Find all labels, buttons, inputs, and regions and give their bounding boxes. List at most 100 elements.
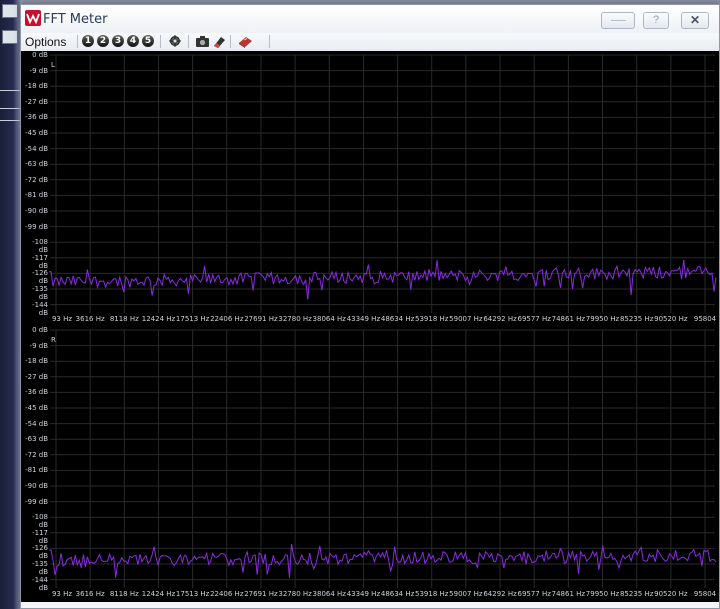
- db-tick-label: -36 dB: [25, 113, 48, 122]
- db-tick-label: -18 dB: [25, 82, 48, 91]
- background-divider: [0, 90, 22, 91]
- frequency-tick-label: 17513 Hz: [175, 590, 210, 598]
- frequency-tick-label: 95804: [693, 315, 717, 323]
- frequency-tick-label: 8118 Hz: [109, 590, 139, 598]
- preset-5-button[interactable]: 5: [142, 35, 154, 47]
- fft-meter-window: FFT Meter ? ✕ Options 1 2 3 4 5 L 0 dB -…: [20, 4, 720, 609]
- spectrum-trace: [48, 259, 717, 300]
- help-button[interactable]: ?: [643, 12, 669, 29]
- background-divider: [0, 120, 22, 121]
- frequency-tick-label: 59007 Hz: [449, 590, 483, 598]
- toolbar-separator: [230, 35, 231, 48]
- background-tool-icon: [2, 30, 18, 44]
- frequency-tick-label: 38064 Hz: [312, 315, 346, 323]
- background-divider: [0, 108, 22, 109]
- toolbar: Options 1 2 3 4 5: [21, 33, 719, 51]
- title-bar[interactable]: FFT Meter ? ✕: [21, 5, 719, 33]
- db-tick-label: 0 dB: [32, 51, 48, 59]
- db-tick-label: -72 dB: [25, 450, 48, 459]
- db-tick-label: -135 dB: [32, 560, 48, 576]
- db-tick-label: -54 dB: [25, 144, 48, 153]
- db-tick-label: -99 dB: [25, 222, 48, 231]
- frequency-tick-label: 22406 Hz: [210, 590, 244, 598]
- db-tick-label: -72 dB: [25, 175, 48, 184]
- freeze-icon[interactable]: [167, 34, 183, 49]
- db-tick-label: -144 dB: [32, 300, 48, 317]
- db-tick-label: -9 dB: [29, 341, 48, 350]
- spectrum-plot-left: [48, 54, 717, 313]
- frequency-tick-label: 48634 Hz: [380, 315, 415, 323]
- db-tick-label: -63 dB: [25, 435, 48, 444]
- frequency-tick-label: 85235 Hz: [619, 315, 654, 323]
- preset-4-button[interactable]: 4: [127, 35, 139, 47]
- frequency-tick-label: 27691 Hz: [244, 315, 278, 323]
- frequency-tick-label: 3616 Hz: [75, 590, 105, 598]
- db-tick-label: -54 dB: [25, 419, 48, 428]
- frequency-tick-label: 85235 Hz: [619, 590, 654, 598]
- frequency-tick-label: 22406 Hz: [210, 315, 244, 323]
- frequency-tick-label: 17513 Hz: [175, 315, 210, 323]
- minimize-icon: [611, 20, 626, 21]
- frequency-tick-label: 90520 Hz: [654, 315, 688, 323]
- frequency-tick-label: 64292 Hz: [483, 590, 517, 598]
- db-tick-label: -117 dB: [32, 528, 48, 545]
- toolbar-separator: [188, 35, 189, 48]
- toolbar-separator: [160, 35, 161, 48]
- menu-options[interactable]: Options: [25, 35, 66, 49]
- db-tick-label: -117 dB: [32, 253, 48, 270]
- frequency-tick-label: 32780 Hz: [278, 590, 312, 598]
- db-tick-label: -90 dB: [25, 207, 48, 215]
- db-tick-label: -27 dB: [25, 372, 48, 381]
- close-button[interactable]: ✕: [681, 12, 709, 29]
- db-tick-label: -45 dB: [25, 129, 48, 137]
- db-tick-label: -90 dB: [25, 482, 48, 490]
- db-tick-label: -45 dB: [25, 404, 48, 412]
- frequency-tick-label: 64292 Hz: [483, 315, 517, 323]
- frequency-tick-label: 48634 Hz: [380, 590, 415, 598]
- window-title: FFT Meter: [43, 12, 108, 27]
- preset-3-button[interactable]: 3: [112, 35, 124, 47]
- spectrum-trace: [49, 543, 717, 578]
- db-tick-label: -63 dB: [25, 160, 48, 169]
- frequency-tick-label: 38064 Hz: [312, 590, 346, 598]
- db-tick-label: -99 dB: [25, 497, 48, 506]
- spectrum-plot-right: [49, 329, 717, 588]
- frequency-tick-label: 27691 Hz: [244, 590, 278, 598]
- db-tick-label: -135 dB: [32, 285, 48, 301]
- toolbar-separator: [77, 35, 78, 48]
- preset-2-button[interactable]: 2: [97, 35, 109, 47]
- db-tick-label: -126 dB: [32, 269, 48, 286]
- app-logo-icon: [25, 10, 41, 26]
- db-tick-label: -36 dB: [25, 388, 48, 397]
- eraser-icon[interactable]: [211, 34, 227, 49]
- db-tick-label: -126 dB: [32, 544, 48, 561]
- frequency-tick-label: 53918 Hz: [415, 590, 449, 598]
- frequency-tick-label: 79950 Hz: [585, 315, 620, 323]
- db-tick-label: -108 dB: [32, 238, 48, 255]
- frequency-tick-label: 69577 Hz: [517, 315, 551, 323]
- frequency-tick-label: 95804: [693, 590, 717, 598]
- meter-right-channel: R 0 dB -9 dB -18 dB -27 dB -36 dB -45 dB -54 d…: [21, 326, 719, 602]
- clear-icon[interactable]: [237, 34, 253, 49]
- frequency-tick-label: 93 Hz: [51, 315, 73, 323]
- frequency-tick-label: 12424 Hz: [141, 315, 176, 323]
- frequency-tick-label: 3616 Hz: [75, 315, 105, 323]
- frequency-tick-label: 69577 Hz: [517, 590, 551, 598]
- db-tick-label: -27 dB: [25, 97, 48, 106]
- frequency-tick-label: 8118 Hz: [109, 315, 139, 323]
- frequency-tick-label: 74861 Hz: [551, 590, 586, 598]
- meter-left-channel: L 0 dB -9 dB -18 dB -27 dB -36 dB -45 dB -54 d…: [21, 51, 719, 327]
- camera-icon[interactable]: [195, 34, 211, 49]
- frequency-tick-label: 93 Hz: [51, 590, 73, 598]
- db-tick-label: 0 dB: [32, 326, 48, 334]
- frequency-tick-label: 32780 Hz: [278, 315, 312, 323]
- db-tick-label: -144 dB: [32, 575, 48, 592]
- minimize-button[interactable]: [601, 12, 635, 29]
- frequency-tick-label: 53918 Hz: [415, 315, 449, 323]
- toolbar-separator: [269, 35, 270, 48]
- frequency-tick-label: 79950 Hz: [585, 590, 620, 598]
- preset-1-button[interactable]: 1: [82, 35, 94, 47]
- frequency-tick-label: 59007 Hz: [449, 315, 483, 323]
- background-tool-icon: [2, 4, 18, 18]
- background-application: [0, 0, 22, 609]
